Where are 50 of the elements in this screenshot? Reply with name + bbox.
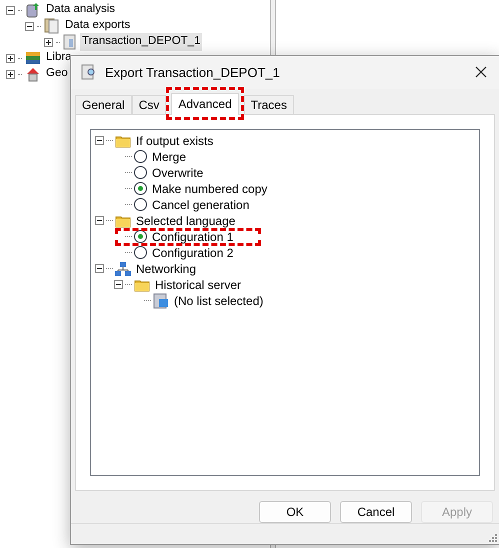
tree-item-label[interactable]: Cancel generation (152, 198, 250, 212)
tree-item-label[interactable]: Configuration 1 (152, 230, 234, 244)
dialog-button[interactable]: OK (259, 500, 331, 523)
tree-item[interactable]: Geo (44, 65, 70, 83)
resize-grip-icon[interactable] (488, 533, 497, 542)
tree-item[interactable]: Transaction_DEPOT_1 (80, 33, 202, 51)
collapse-toggle[interactable] (25, 22, 34, 30)
close-icon[interactable] (475, 66, 487, 78)
collapse-toggle[interactable] (95, 264, 104, 274)
radio-button[interactable] (134, 182, 147, 196)
list-icon (153, 292, 169, 309)
documents-icon (44, 18, 60, 34)
dialog-button[interactable]: Cancel (340, 500, 412, 523)
folder-icon (115, 214, 131, 228)
radio-button[interactable] (134, 150, 147, 164)
collapse-toggle[interactable] (95, 216, 104, 226)
tree-item-label[interactable]: Merge (152, 150, 186, 164)
tree-item-label: Selected language (136, 214, 236, 228)
tree-item-label: Historical server (155, 278, 242, 292)
tab[interactable]: General (75, 94, 132, 114)
books-icon (25, 50, 41, 66)
tree-item-label[interactable]: Overwrite (152, 166, 204, 180)
collapse-toggle[interactable] (114, 280, 123, 290)
tree-item-label: If output exists (136, 134, 214, 148)
folder-icon (134, 278, 150, 292)
tree-item[interactable]: Data exports (63, 17, 132, 35)
collapse-toggle[interactable] (6, 6, 15, 14)
expand-toggle[interactable] (6, 54, 15, 62)
network-icon (115, 262, 131, 276)
radio-button[interactable] (134, 246, 147, 260)
window-title: Export Transaction_DEPOT_1 (105, 64, 281, 82)
house-icon (25, 66, 41, 82)
database-icon (25, 2, 41, 18)
document-icon (63, 34, 77, 50)
radio-button[interactable] (134, 230, 147, 244)
radio-button[interactable] (134, 166, 147, 180)
tab[interactable]: Traces (244, 94, 294, 114)
folder-icon (115, 134, 131, 148)
tree-item-label: (No list selected) (174, 294, 264, 308)
collapse-toggle[interactable] (95, 136, 104, 146)
expand-toggle[interactable] (44, 38, 53, 46)
tree-item-label[interactable]: Make numbered copy (152, 182, 268, 196)
expand-toggle[interactable] (6, 70, 15, 78)
export-icon (81, 64, 97, 80)
tab[interactable]: Advanced (171, 92, 239, 115)
tree-item-label[interactable]: Configuration 2 (152, 246, 234, 260)
tree-item[interactable]: Data analysis (44, 1, 118, 19)
tree-item-label: Networking (136, 262, 196, 276)
tab[interactable]: Csv (132, 94, 166, 114)
radio-button[interactable] (134, 198, 147, 212)
